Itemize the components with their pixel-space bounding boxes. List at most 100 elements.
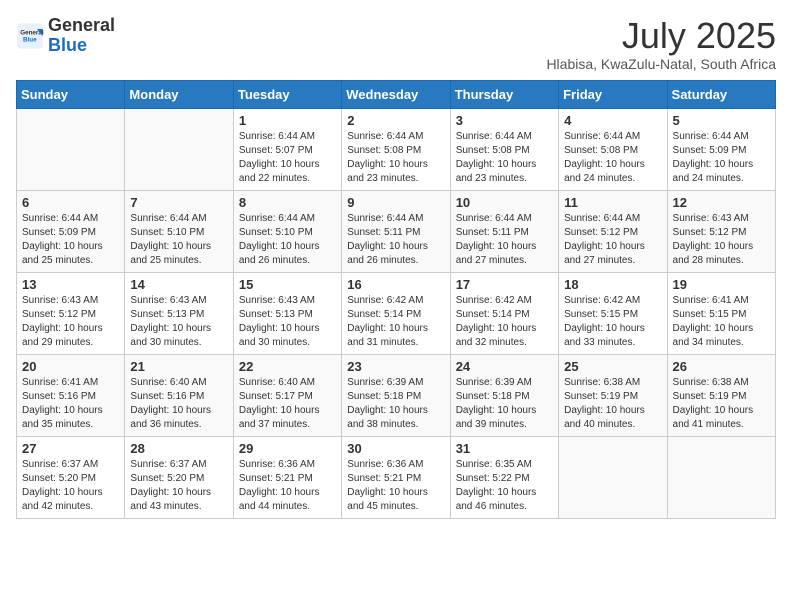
calendar-day-header: Friday <box>559 80 667 108</box>
calendar: SundayMondayTuesdayWednesdayThursdayFrid… <box>16 80 776 519</box>
calendar-cell: 16 Sunrise: 6:42 AM Sunset: 5:14 PM Dayli… <box>342 272 450 354</box>
day-info: Sunrise: 6:38 AM Sunset: 5:19 PM Dayligh… <box>673 376 770 432</box>
month-title: July 2025 <box>546 16 776 56</box>
calendar-week-row: 1 Sunrise: 6:44 AM Sunset: 5:07 PM Daylig… <box>17 108 776 190</box>
logo-icon: General Blue <box>16 22 44 50</box>
calendar-cell: 4 Sunrise: 6:44 AM Sunset: 5:08 PM Daylig… <box>559 108 667 190</box>
calendar-header-row: SundayMondayTuesdayWednesdayThursdayFrid… <box>17 80 776 108</box>
day-number: 24 <box>456 359 553 374</box>
calendar-cell: 29 Sunrise: 6:36 AM Sunset: 5:21 PM Dayli… <box>233 436 341 518</box>
day-number: 19 <box>673 277 770 292</box>
calendar-cell <box>125 108 233 190</box>
day-number: 29 <box>239 441 336 456</box>
header: General Blue General Blue July 2025 Hlab… <box>16 16 776 72</box>
day-info: Sunrise: 6:44 AM Sunset: 5:11 PM Dayligh… <box>456 212 553 268</box>
day-info: Sunrise: 6:42 AM Sunset: 5:15 PM Dayligh… <box>564 294 661 350</box>
calendar-cell: 7 Sunrise: 6:44 AM Sunset: 5:10 PM Daylig… <box>125 190 233 272</box>
day-number: 20 <box>22 359 119 374</box>
calendar-cell: 17 Sunrise: 6:42 AM Sunset: 5:14 PM Dayli… <box>450 272 558 354</box>
calendar-cell <box>17 108 125 190</box>
day-info: Sunrise: 6:44 AM Sunset: 5:07 PM Dayligh… <box>239 130 336 186</box>
day-info: Sunrise: 6:44 AM Sunset: 5:08 PM Dayligh… <box>564 130 661 186</box>
calendar-cell: 5 Sunrise: 6:44 AM Sunset: 5:09 PM Daylig… <box>667 108 775 190</box>
day-number: 21 <box>130 359 227 374</box>
day-info: Sunrise: 6:44 AM Sunset: 5:11 PM Dayligh… <box>347 212 444 268</box>
day-info: Sunrise: 6:39 AM Sunset: 5:18 PM Dayligh… <box>347 376 444 432</box>
calendar-cell: 10 Sunrise: 6:44 AM Sunset: 5:11 PM Dayli… <box>450 190 558 272</box>
calendar-week-row: 6 Sunrise: 6:44 AM Sunset: 5:09 PM Daylig… <box>17 190 776 272</box>
day-number: 9 <box>347 195 444 210</box>
day-info: Sunrise: 6:36 AM Sunset: 5:21 PM Dayligh… <box>347 458 444 514</box>
day-info: Sunrise: 6:42 AM Sunset: 5:14 PM Dayligh… <box>456 294 553 350</box>
day-number: 13 <box>22 277 119 292</box>
day-number: 23 <box>347 359 444 374</box>
day-number: 5 <box>673 113 770 128</box>
calendar-cell: 21Sunrise: 6:40 AM Sunset: 5:16 PM Dayli… <box>125 354 233 436</box>
day-info: Sunrise: 6:36 AM Sunset: 5:21 PM Dayligh… <box>239 458 336 514</box>
calendar-day-header: Tuesday <box>233 80 341 108</box>
day-number: 15 <box>239 277 336 292</box>
logo-text: General Blue <box>48 16 115 56</box>
day-number: 3 <box>456 113 553 128</box>
calendar-cell <box>559 436 667 518</box>
calendar-day-header: Wednesday <box>342 80 450 108</box>
calendar-cell: 2Sunrise: 6:44 AM Sunset: 5:08 PM Daylig… <box>342 108 450 190</box>
calendar-cell: 19 Sunrise: 6:41 AM Sunset: 5:15 PM Dayli… <box>667 272 775 354</box>
day-number: 1 <box>239 113 336 128</box>
day-number: 26 <box>673 359 770 374</box>
calendar-cell: 1 Sunrise: 6:44 AM Sunset: 5:07 PM Daylig… <box>233 108 341 190</box>
subtitle: Hlabisa, KwaZulu-Natal, South Africa <box>546 56 776 72</box>
calendar-cell: 30Sunrise: 6:36 AM Sunset: 5:21 PM Dayli… <box>342 436 450 518</box>
day-info: Sunrise: 6:44 AM Sunset: 5:08 PM Dayligh… <box>456 130 553 186</box>
day-number: 10 <box>456 195 553 210</box>
calendar-cell: 12Sunrise: 6:43 AM Sunset: 5:12 PM Dayli… <box>667 190 775 272</box>
calendar-cell: 6 Sunrise: 6:44 AM Sunset: 5:09 PM Daylig… <box>17 190 125 272</box>
day-number: 8 <box>239 195 336 210</box>
day-number: 4 <box>564 113 661 128</box>
day-info: Sunrise: 6:44 AM Sunset: 5:09 PM Dayligh… <box>22 212 119 268</box>
svg-text:Blue: Blue <box>23 36 37 43</box>
day-info: Sunrise: 6:40 AM Sunset: 5:17 PM Dayligh… <box>239 376 336 432</box>
calendar-cell: 23 Sunrise: 6:39 AM Sunset: 5:18 PM Dayli… <box>342 354 450 436</box>
calendar-cell: 22Sunrise: 6:40 AM Sunset: 5:17 PM Dayli… <box>233 354 341 436</box>
day-number: 12 <box>673 195 770 210</box>
logo: General Blue General Blue <box>16 16 115 56</box>
day-info: Sunrise: 6:44 AM Sunset: 5:09 PM Dayligh… <box>673 130 770 186</box>
day-number: 31 <box>456 441 553 456</box>
day-info: Sunrise: 6:37 AM Sunset: 5:20 PM Dayligh… <box>22 458 119 514</box>
day-number: 18 <box>564 277 661 292</box>
day-number: 17 <box>456 277 553 292</box>
calendar-day-header: Monday <box>125 80 233 108</box>
calendar-cell: 15 Sunrise: 6:43 AM Sunset: 5:13 PM Dayli… <box>233 272 341 354</box>
calendar-cell: 3 Sunrise: 6:44 AM Sunset: 5:08 PM Daylig… <box>450 108 558 190</box>
calendar-day-header: Thursday <box>450 80 558 108</box>
day-info: Sunrise: 6:42 AM Sunset: 5:14 PM Dayligh… <box>347 294 444 350</box>
calendar-cell: 28Sunrise: 6:37 AM Sunset: 5:20 PM Dayli… <box>125 436 233 518</box>
calendar-cell: 13 Sunrise: 6:43 AM Sunset: 5:12 PM Dayli… <box>17 272 125 354</box>
day-info: Sunrise: 6:39 AM Sunset: 5:18 PM Dayligh… <box>456 376 553 432</box>
calendar-cell: 18 Sunrise: 6:42 AM Sunset: 5:15 PM Dayli… <box>559 272 667 354</box>
day-info: Sunrise: 6:41 AM Sunset: 5:16 PM Dayligh… <box>22 376 119 432</box>
day-number: 25 <box>564 359 661 374</box>
title-area: July 2025 Hlabisa, KwaZulu-Natal, South … <box>546 16 776 72</box>
calendar-week-row: 27 Sunrise: 6:37 AM Sunset: 5:20 PM Dayli… <box>17 436 776 518</box>
calendar-cell: 26 Sunrise: 6:38 AM Sunset: 5:19 PM Dayli… <box>667 354 775 436</box>
day-info: Sunrise: 6:37 AM Sunset: 5:20 PM Dayligh… <box>130 458 227 514</box>
calendar-cell: 14Sunrise: 6:43 AM Sunset: 5:13 PM Dayli… <box>125 272 233 354</box>
day-info: Sunrise: 6:35 AM Sunset: 5:22 PM Dayligh… <box>456 458 553 514</box>
calendar-day-header: Saturday <box>667 80 775 108</box>
day-info: Sunrise: 6:43 AM Sunset: 5:12 PM Dayligh… <box>22 294 119 350</box>
day-number: 7 <box>130 195 227 210</box>
day-info: Sunrise: 6:38 AM Sunset: 5:19 PM Dayligh… <box>564 376 661 432</box>
day-info: Sunrise: 6:44 AM Sunset: 5:10 PM Dayligh… <box>239 212 336 268</box>
calendar-cell: 9 Sunrise: 6:44 AM Sunset: 5:11 PM Daylig… <box>342 190 450 272</box>
day-info: Sunrise: 6:43 AM Sunset: 5:13 PM Dayligh… <box>239 294 336 350</box>
day-info: Sunrise: 6:44 AM Sunset: 5:10 PM Dayligh… <box>130 212 227 268</box>
day-info: Sunrise: 6:44 AM Sunset: 5:08 PM Dayligh… <box>347 130 444 186</box>
calendar-day-header: Sunday <box>17 80 125 108</box>
day-number: 6 <box>22 195 119 210</box>
calendar-week-row: 20 Sunrise: 6:41 AM Sunset: 5:16 PM Dayli… <box>17 354 776 436</box>
day-number: 16 <box>347 277 444 292</box>
day-info: Sunrise: 6:41 AM Sunset: 5:15 PM Dayligh… <box>673 294 770 350</box>
day-number: 27 <box>22 441 119 456</box>
